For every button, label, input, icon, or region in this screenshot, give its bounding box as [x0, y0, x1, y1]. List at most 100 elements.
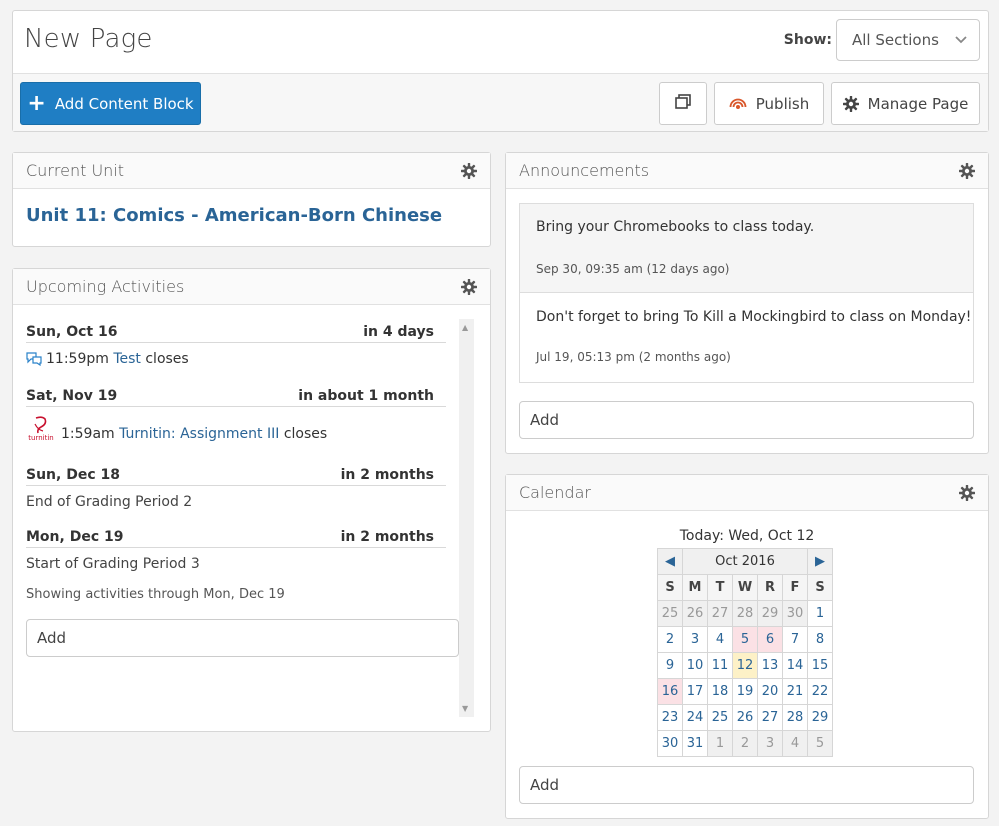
- activity-time: 11:59pm: [46, 351, 109, 367]
- calendar-day[interactable]: 2: [657, 626, 683, 653]
- calendar-day[interactable]: 25: [707, 704, 733, 731]
- calendar-day[interactable]: 30: [782, 600, 808, 627]
- current-unit-link[interactable]: Unit 11: Comics - American-Born Chinese: [26, 205, 442, 226]
- calendar-day[interactable]: 27: [757, 704, 783, 731]
- calendar-day[interactable]: 30: [657, 730, 683, 757]
- announcement-item[interactable]: Bring your Chromebooks to class today. S…: [519, 203, 974, 293]
- activity-link[interactable]: Turnitin: Assignment III: [119, 426, 279, 442]
- showing-through-text: Showing activities through Mon, Dec 19: [26, 587, 285, 602]
- prev-month-icon[interactable]: ◀: [657, 548, 683, 575]
- add-calendar-event-input[interactable]: Add: [519, 766, 974, 804]
- calendar-day[interactable]: 17: [682, 678, 708, 705]
- activity-date: Sun, Dec 18: [26, 467, 120, 483]
- calendar-day[interactable]: 28: [732, 600, 758, 627]
- add-calendar-placeholder: Add: [530, 776, 560, 794]
- calendar-day[interactable]: 6: [757, 626, 783, 653]
- add-announcement-placeholder: Add: [530, 411, 560, 429]
- add-content-block-label: Add Content Block: [54, 94, 194, 113]
- calendar-day[interactable]: 25: [657, 600, 683, 627]
- publish-button[interactable]: Publish: [714, 82, 824, 125]
- calendar-day[interactable]: 5: [732, 626, 758, 653]
- calendar-day[interactable]: 11: [707, 652, 733, 679]
- broadcast-icon: [729, 97, 747, 111]
- gear-icon[interactable]: [461, 162, 477, 179]
- add-activity-placeholder: Add: [37, 629, 67, 647]
- calendar-day[interactable]: 16: [657, 678, 683, 705]
- calendar-day[interactable]: 3: [682, 626, 708, 653]
- copy-page-button[interactable]: [659, 82, 707, 125]
- scroll-up-arrow-icon[interactable]: ▲: [462, 323, 468, 332]
- page-toolbar: + Add Content Block Publish Manage Page: [13, 73, 988, 131]
- calendar-grid: ◀ Oct 2016 ▶ S M T W R F S 25 26 27 28 2…: [657, 548, 833, 757]
- calendar-day[interactable]: 31: [682, 730, 708, 757]
- calendar-day[interactable]: 23: [657, 704, 683, 731]
- activity-date: Sun, Oct 16: [26, 324, 118, 340]
- activity-scrollbar[interactable]: ▲ ▼: [459, 319, 474, 717]
- calendar-day[interactable]: 21: [782, 678, 808, 705]
- day-of-week: F: [782, 574, 808, 601]
- current-unit-title: Current Unit: [26, 161, 125, 180]
- calendar-day[interactable]: 9: [657, 652, 683, 679]
- calendar-day[interactable]: 8: [807, 626, 833, 653]
- scroll-down-arrow-icon[interactable]: ▼: [462, 704, 468, 713]
- calendar-day[interactable]: 19: [732, 678, 758, 705]
- calendar-day[interactable]: 4: [782, 730, 808, 757]
- calendar-day[interactable]: 5: [807, 730, 833, 757]
- calendar-day[interactable]: 13: [757, 652, 783, 679]
- day-of-week: R: [757, 574, 783, 601]
- manage-page-button[interactable]: Manage Page: [831, 82, 980, 125]
- section-select[interactable]: All Sections: [836, 19, 980, 61]
- activity-relative-time: in 2 months: [340, 467, 434, 483]
- calendar-day[interactable]: 20: [757, 678, 783, 705]
- plus-icon: +: [27, 90, 46, 116]
- announcements-header: Announcements: [506, 153, 988, 189]
- calendar-day[interactable]: 3: [757, 730, 783, 757]
- section-filter: Show: All Sections: [784, 19, 980, 61]
- announcement-text: Bring your Chromebooks to class today.: [536, 219, 815, 235]
- activity-suffix: closes: [283, 425, 328, 442]
- activity-link[interactable]: Test: [113, 351, 141, 367]
- manage-page-label: Manage Page: [867, 94, 969, 113]
- page-title: New Page: [24, 24, 153, 54]
- upcoming-activities-panel: Upcoming Activities Sun, Oct 16 in 4 day…: [12, 268, 491, 732]
- calendar-day[interactable]: 10: [682, 652, 708, 679]
- calendar-day[interactable]: 26: [682, 600, 708, 627]
- calendar-day[interactable]: 26: [732, 704, 758, 731]
- gear-icon[interactable]: [461, 278, 477, 295]
- discussion-icon: [26, 352, 42, 366]
- calendar-day[interactable]: 22: [807, 678, 833, 705]
- gear-icon[interactable]: [959, 484, 975, 501]
- calendar-day[interactable]: 7: [782, 626, 808, 653]
- calendar-day[interactable]: 18: [707, 678, 733, 705]
- show-label: Show:: [783, 32, 832, 48]
- calendar-day[interactable]: 29: [757, 600, 783, 627]
- calendar-day[interactable]: 27: [707, 600, 733, 627]
- add-announcement-input[interactable]: Add: [519, 401, 974, 439]
- activity-date-row: Mon, Dec 19 in 2 months: [26, 529, 446, 548]
- add-activity-input[interactable]: Add: [26, 619, 459, 657]
- add-content-block-button[interactable]: + Add Content Block: [20, 82, 201, 125]
- calendar-day[interactable]: 14: [782, 652, 808, 679]
- calendar-day-today[interactable]: 12: [732, 652, 758, 679]
- activity-item: Start of Grading Period 3: [26, 556, 200, 572]
- upcoming-activities-title: Upcoming Activities: [26, 277, 185, 296]
- turnitin-logo: turnitin: [26, 415, 56, 442]
- announcements-title: Announcements: [519, 161, 650, 180]
- next-month-icon[interactable]: ▶: [807, 548, 833, 575]
- calendar-day[interactable]: 15: [807, 652, 833, 679]
- publish-label: Publish: [755, 94, 810, 113]
- calendar-today-label: Today: Wed, Oct 12: [679, 528, 815, 544]
- calendar-day[interactable]: 29: [807, 704, 833, 731]
- calendar-day[interactable]: 2: [732, 730, 758, 757]
- activity-relative-time: in 4 days: [363, 324, 434, 340]
- gear-icon[interactable]: [959, 162, 975, 179]
- calendar-day[interactable]: 1: [807, 600, 833, 627]
- calendar-day[interactable]: 28: [782, 704, 808, 731]
- activity-relative-time: in 2 months: [340, 529, 434, 545]
- calendar-day[interactable]: 24: [682, 704, 708, 731]
- calendar-panel: Calendar Today: Wed, Oct 12 ◀ Oct 2016 ▶…: [505, 474, 989, 819]
- announcement-item[interactable]: Don't forget to bring To Kill a Mockingb…: [519, 292, 974, 383]
- calendar-day[interactable]: 1: [707, 730, 733, 757]
- calendar-day[interactable]: 4: [707, 626, 733, 653]
- activity-time: 1:59am: [61, 425, 115, 442]
